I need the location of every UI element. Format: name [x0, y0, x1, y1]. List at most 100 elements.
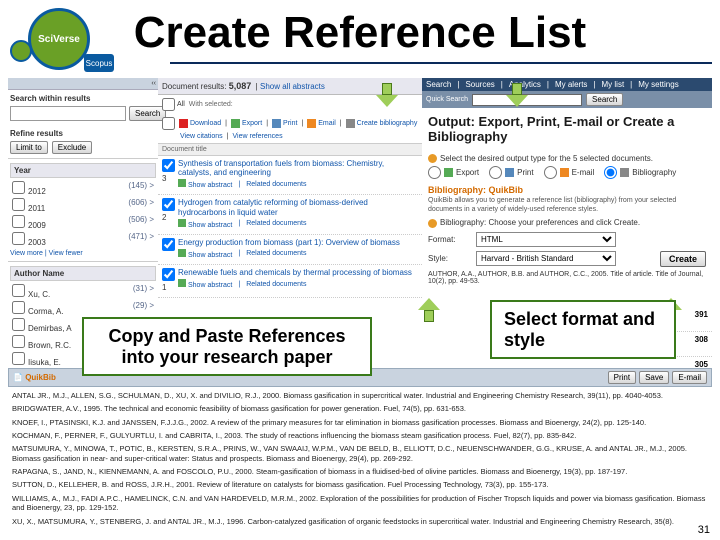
collapse-icon: ‹‹ [151, 80, 156, 87]
ref-item: MATSUMURA, Y., MINOWA, T., POTIC, B., KE… [12, 444, 708, 464]
print-icon [505, 168, 514, 177]
facet-author-row[interactable]: Xu, C.(31) > [10, 283, 156, 300]
facet-year-more[interactable]: View more | View fewer [10, 250, 83, 257]
ref-item: BRIDGWATER, A.V., 1995. The technical an… [12, 404, 708, 414]
nav-mylist[interactable]: My list [602, 80, 625, 89]
show-abstract[interactable]: Show abstract [178, 179, 232, 189]
result-check[interactable] [162, 198, 175, 211]
result-title[interactable]: Energy production from biomass (part 1):… [178, 238, 418, 247]
year-check[interactable] [12, 232, 25, 245]
nav-sources[interactable]: Sources [465, 80, 494, 89]
style-select[interactable]: Harvard - British Standard [476, 251, 616, 266]
abstract-icon [178, 179, 186, 187]
limit-to-button[interactable]: Limit to [10, 141, 48, 154]
facet-year-row[interactable]: 2009(506) > [10, 214, 156, 231]
ref-item: KOCHMAN, F., PERNER, F., GULYURTLU, I. a… [12, 431, 708, 441]
qb-save[interactable]: Save [639, 371, 669, 384]
search-within-title: Search within results [10, 94, 156, 103]
qb-email[interactable]: E-mail [672, 371, 707, 384]
result-row: 1 Renewable fuels and chemicals by therm… [158, 265, 422, 298]
export-icon [444, 168, 453, 177]
year-check[interactable] [12, 215, 25, 228]
bullet-icon [428, 219, 437, 228]
show-abstract[interactable]: Show abstract [178, 219, 232, 229]
related-docs[interactable]: Related documents [246, 250, 306, 257]
result-title[interactable]: Renewable fuels and chemicals by thermal… [178, 268, 418, 277]
author-check[interactable] [12, 318, 25, 331]
qb-print[interactable]: Print [608, 371, 636, 384]
bib-icon [620, 168, 629, 177]
facet-year-row[interactable]: 2012(145) > [10, 180, 156, 197]
with-selected-label: With selected: [189, 101, 233, 108]
show-abstract[interactable]: Show abstract [178, 279, 232, 289]
facet-author-title: Author Name [10, 266, 156, 281]
quick-search-button[interactable]: Search [586, 93, 623, 106]
results-column: Document results: 5,087 | Show all abstr… [158, 78, 422, 298]
view-citations[interactable]: View citations [180, 133, 223, 140]
facet-author-row[interactable]: Corma, A.(29) > [10, 300, 156, 317]
year-check[interactable] [12, 198, 25, 211]
opt-bib[interactable]: Bibliography [604, 166, 676, 179]
nav-collapse[interactable]: ‹‹ [8, 78, 158, 90]
refine-title: Refine results [10, 129, 156, 138]
download-action[interactable]: Download [179, 119, 221, 128]
email-action[interactable]: Email [307, 119, 336, 128]
select-all-check[interactable] [162, 98, 175, 111]
quickbib-refs: ANTAL JR., M.J., ALLEN, S.G., SCHULMAN, … [8, 387, 712, 534]
scopus-logo: Scopus [84, 54, 114, 72]
search-within-input[interactable] [10, 106, 126, 121]
page-number: 31 [696, 524, 712, 536]
opt-export[interactable]: Export [428, 166, 479, 179]
result-check[interactable] [162, 238, 175, 251]
opt-email[interactable]: E-mail [544, 166, 595, 179]
result-row: 3 Synthesis of transportation fuels from… [158, 156, 422, 195]
ref-item: KNOEF, I., PTASINSKI, K.J. and JANSSEN, … [12, 418, 708, 428]
related-docs[interactable]: Related documents [246, 220, 306, 227]
bib-action[interactable]: Create bibliography [346, 119, 418, 128]
related-docs[interactable]: Related documents [246, 181, 306, 188]
author-check[interactable] [12, 335, 25, 348]
view-refs[interactable]: View references [233, 133, 283, 140]
opt-print[interactable]: Print [489, 166, 533, 179]
ref-item: RAPAGNA, S., JAND, N., KIENNEMANN, A. an… [12, 467, 708, 477]
ref-item: SUTTON, D., KELLEHER, B. and ROSS, J.R.H… [12, 480, 708, 490]
result-check[interactable] [162, 159, 175, 172]
exclude-button[interactable]: Exclude [52, 141, 92, 154]
output-panel: Search| Sources| Analytics| My alerts| M… [422, 78, 712, 290]
show-abstract[interactable]: Show abstract [178, 249, 232, 259]
facet-year-row[interactable]: 2011(606) > [10, 197, 156, 214]
quick-search: Quick Search Search [422, 91, 712, 108]
author-check[interactable] [12, 301, 25, 314]
author-check[interactable] [12, 284, 25, 297]
search-within: Search within results Search [8, 90, 158, 125]
quickbib-logo: 📄 QuikBib [13, 373, 56, 382]
email-icon [560, 168, 569, 177]
arrow-down-2 [506, 83, 528, 109]
year-check[interactable] [12, 181, 25, 194]
top-nav: Search| Sources| Analytics| My alerts| M… [422, 78, 712, 91]
result-title[interactable]: Hydrogen from catalytic reforming of bio… [178, 198, 418, 216]
output-heading: Output: Export, Print, E-mail or Create … [422, 108, 712, 146]
style-preview: AUTHOR, A.A., AUTHOR, B.B. and AUTHOR, C… [428, 271, 706, 286]
pdf-icon [179, 119, 188, 128]
create-button[interactable]: Create [660, 251, 706, 267]
related-docs[interactable]: Related documents [246, 281, 306, 288]
result-title[interactable]: Synthesis of transportation fuels from b… [178, 159, 418, 177]
author-check[interactable] [12, 352, 25, 365]
show-all-link[interactable]: Show all abstracts [260, 82, 325, 91]
export-action[interactable]: Export [231, 119, 262, 128]
nav-search[interactable]: Search [426, 80, 451, 89]
result-check[interactable] [162, 268, 175, 281]
facet-year-row[interactable]: 2003(471) > [10, 231, 156, 248]
facet-year-title: Year [10, 163, 156, 178]
format-select[interactable]: HTML [476, 232, 616, 247]
result-row: 2 Hydrogen from catalytic reforming of b… [158, 195, 422, 234]
results-label: Document results: [162, 82, 226, 91]
style-label: Style: [428, 254, 470, 263]
print-action[interactable]: Print [272, 119, 297, 128]
page-check[interactable] [162, 117, 175, 130]
nav-settings[interactable]: My settings [638, 80, 678, 89]
nav-alerts[interactable]: My alerts [555, 80, 587, 89]
title-rule [170, 62, 712, 64]
bib-icon [346, 119, 355, 128]
